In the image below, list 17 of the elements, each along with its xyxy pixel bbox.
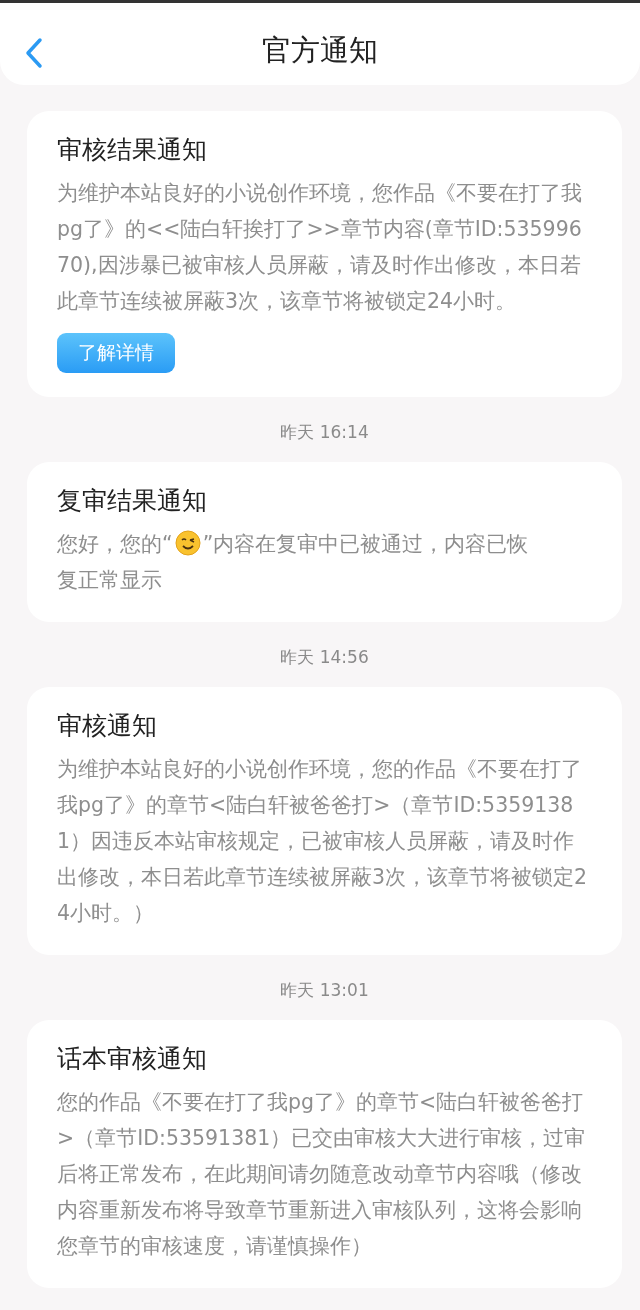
back-icon[interactable]: [24, 37, 44, 69]
timestamp: 昨天 16:14: [280, 422, 369, 442]
details-button[interactable]: 了解详情: [57, 333, 175, 373]
wink-emoji-icon: [174, 530, 201, 556]
notice-text: 您好，您的“: [57, 532, 173, 556]
notice-title: 复审结果通知: [57, 485, 208, 517]
timestamp: 昨天 14:56: [280, 647, 369, 667]
notice-text: 您的作品《不要在打了我pg了》的章节<陆白轩被爸爸打>（章节ID:53591381）已交由审核大大进行审核，过审后将正常发布，在此期间请勿随意改动章节内容哦（修改内容重新发布将导致章节重新进入审核队列，这将会影响您章节的审核速度，请谨慎操作）: [57, 1090, 586, 1258]
notice-text: 为维护本站良好的小说创作环境，您的作品《不要在打了我pg了》的章节<陆白轩被爸爸打>（章节ID:53591381）因违反本站审核规定，已被审核人员屏蔽，请及时作出修改，本日若此章节连续被屏蔽3次，该章节将被锁定24小时。）: [57, 757, 588, 925]
page-title: 官方通知: [262, 32, 378, 69]
notice-text: 为维护本站良好的小说创作环境，您作品《不要在打了我pg了》的<<陆白轩挨打了>>章节内容(章节ID:53599670),因涉暴已被审核人员屏蔽，请及时作出修改，本日若此章节连续被屏蔽3次，该章节将被锁定24小时。: [57, 181, 582, 313]
timestamp: 昨天 13:01: [280, 980, 369, 1000]
notice-title: 审核结果通知: [57, 134, 208, 166]
notice-text: ”内容在复审中已被通过，内容已恢: [202, 532, 529, 556]
notice-title: 审核通知: [57, 710, 158, 742]
notice-text: 复正常显示: [57, 567, 162, 594]
notice-title: 话本审核通知: [57, 1043, 208, 1075]
